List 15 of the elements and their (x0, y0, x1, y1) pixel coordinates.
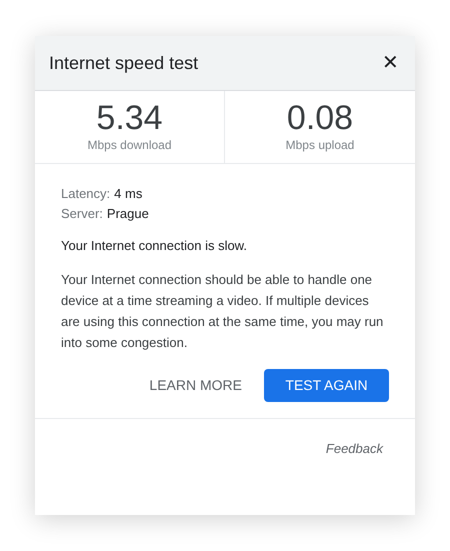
speed-unit: Mbps download (87, 137, 172, 154)
explanation-text: Your Internet connection should be able to handle one device at a time streaming a video. If multiple devices are using this connection at the same time, you may run into some congestion. (61, 271, 384, 352)
detail-label: Server: (61, 205, 103, 223)
close-button[interactable]: ✕ (382, 53, 399, 73)
speed-unit: Mbps upload (286, 137, 354, 154)
dialog-title: Internet speed test (49, 52, 198, 75)
detail-value: 4 ms (114, 185, 142, 203)
feedback-link[interactable]: Feedback (326, 439, 383, 458)
summary-text: Your Internet connection is slow. (61, 237, 248, 255)
speed-value: 5.34 (96, 100, 163, 136)
test-again-button[interactable]: TEST AGAIN (264, 369, 389, 402)
speed-value: 0.08 (286, 100, 354, 136)
learn-more-button[interactable]: LEARN MORE (149, 375, 242, 396)
detail-label: Latency: (61, 185, 110, 203)
detail-value: Prague (106, 205, 149, 223)
